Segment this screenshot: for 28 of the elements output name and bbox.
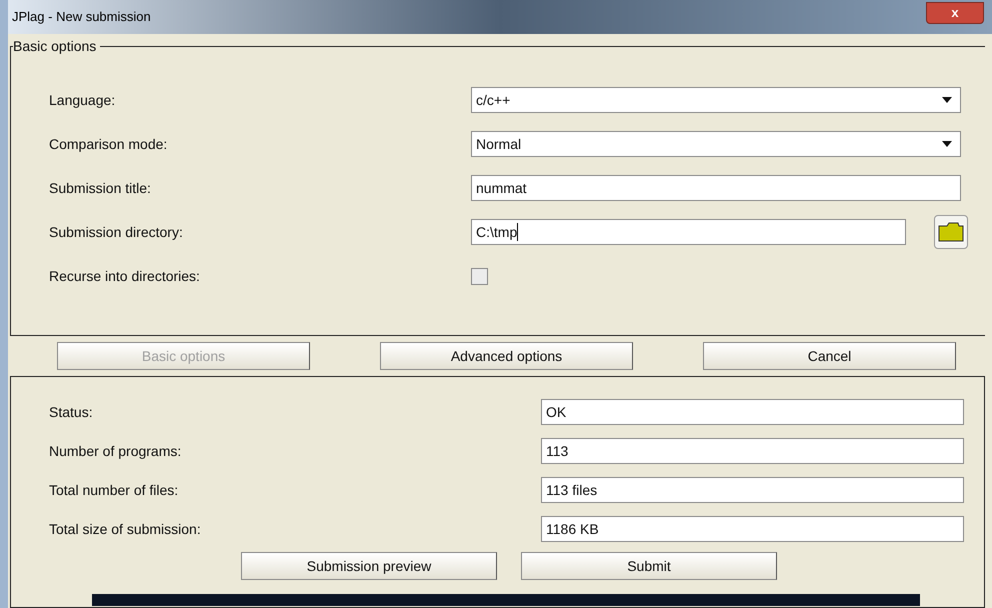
text-field[interactable]: nummat	[471, 175, 961, 201]
nav-button[interactable]: Advanced options	[380, 342, 633, 370]
field-label: Comparison mode:	[49, 134, 168, 154]
dropdown-arrow-icon	[942, 97, 952, 103]
folder-icon	[938, 222, 964, 242]
directory-field[interactable]: C:\tmp	[471, 219, 906, 245]
readonly-field: OK	[541, 399, 964, 425]
field-label: Number of programs:	[49, 442, 182, 461]
dropdown[interactable]: c/c++	[471, 87, 961, 113]
field-label: Recurse into directories:	[49, 266, 201, 286]
field-label: Submission directory:	[49, 222, 184, 242]
dropdown[interactable]: Normal	[471, 131, 961, 157]
field-label: Total number of files:	[49, 480, 180, 500]
dropdown-arrow-icon	[942, 141, 952, 147]
field-label: Submission title:	[49, 178, 152, 198]
field-label: Language:	[49, 90, 116, 110]
action-button[interactable]: Submit	[521, 552, 777, 580]
close-button[interactable]: x	[926, 2, 984, 24]
checkbox[interactable]	[471, 268, 488, 284]
field-label: Total size of submission:	[49, 520, 202, 538]
action-button[interactable]: Submission preview	[241, 552, 497, 580]
readonly-field: 1186 KB	[541, 516, 964, 542]
readonly-field: 113 files	[541, 477, 964, 503]
nav-button[interactable]: Cancel	[703, 342, 956, 370]
field-label: Status:	[49, 402, 94, 422]
window-title: JPlag - New submission	[12, 8, 151, 26]
browse-button[interactable]	[934, 215, 968, 249]
readonly-field: 113	[541, 438, 964, 464]
